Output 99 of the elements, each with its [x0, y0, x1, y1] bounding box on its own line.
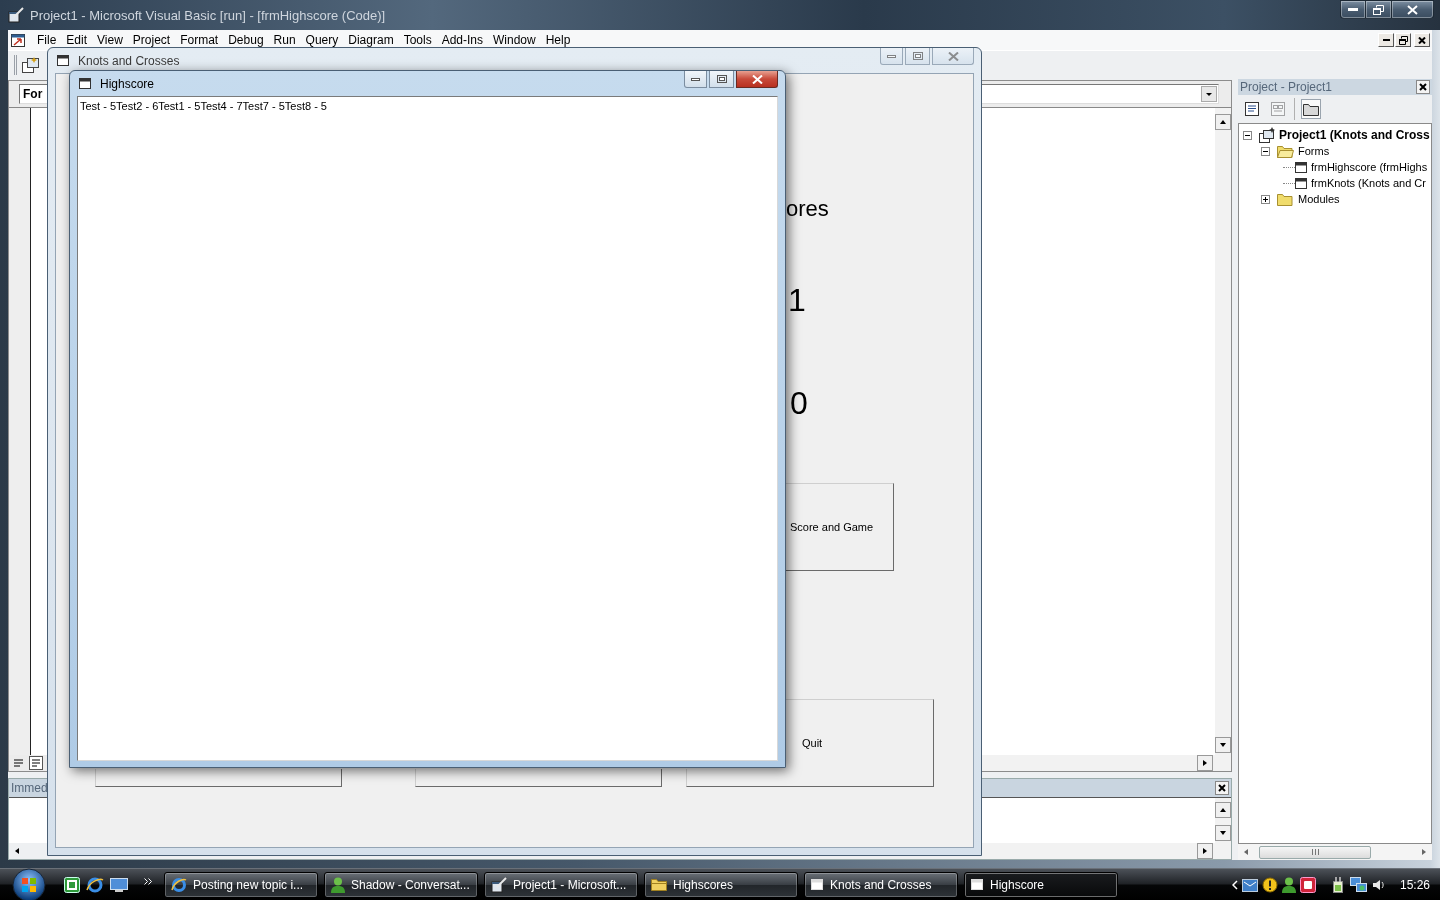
menu-item[interactable]: Run: [268, 33, 301, 47]
menu-item[interactable]: Help: [540, 33, 576, 47]
scroll-thumb[interactable]: [1259, 845, 1371, 859]
chevron-left-icon[interactable]: [1231, 879, 1238, 890]
boxed-lines-icon[interactable]: [29, 756, 43, 770]
window-icon: [1295, 177, 1307, 189]
menu-item[interactable]: Edit: [61, 33, 93, 47]
horizontal-scrollbar[interactable]: [982, 843, 1231, 859]
close-button[interactable]: [736, 71, 778, 88]
folder-icon: [1277, 192, 1294, 206]
maximize-icon: [716, 75, 727, 83]
globe-icon: [171, 876, 187, 893]
minus-box-icon[interactable]: [1243, 130, 1252, 140]
text-box[interactable]: Test - 5Test2 - 6Test1 - 5Test4 - 7Test7 - 5Test8 - 5: [77, 96, 778, 761]
stacked-windows-icon[interactable]: [22, 55, 40, 74]
globe-icon[interactable]: [86, 876, 104, 893]
taskbar-button[interactable]: Project1 - Microsoft...: [484, 871, 638, 898]
close-button[interactable]: [1392, 0, 1434, 19]
tree-item[interactable]: Project1 (Knots and Cross: [1279, 128, 1430, 142]
horizontal-scrollbar[interactable]: [982, 755, 1231, 771]
network-icon[interactable]: [1349, 876, 1368, 893]
window-pen-icon: [491, 876, 507, 893]
immediate-field[interactable]: [9, 798, 47, 843]
window-icon: [79, 77, 92, 90]
close-icon[interactable]: [1416, 80, 1430, 94]
window-icon: [971, 878, 984, 891]
double-chevron-icon[interactable]: [144, 878, 152, 885]
vertical-scrollbar[interactable]: [1215, 108, 1231, 755]
pane-title: Project - Project1: [1240, 80, 1333, 94]
clock[interactable]: 15:26: [1399, 877, 1430, 892]
minimize-icon: [1382, 39, 1390, 41]
folder-icon: [651, 878, 667, 891]
tree-item[interactable]: Forms: [1298, 145, 1330, 157]
maximize-icon: [912, 52, 923, 60]
menu-item[interactable]: Query: [300, 33, 344, 47]
minimize-button[interactable]: [684, 71, 707, 88]
app-tile-icon[interactable]: [1299, 876, 1316, 893]
menu-item[interactable]: Diagram: [343, 33, 399, 47]
speaker-icon[interactable]: [1371, 877, 1386, 892]
window-pen-icon: [8, 7, 24, 23]
minimize-icon: [887, 54, 896, 58]
minus-box-icon[interactable]: [1261, 146, 1270, 156]
person-icon: [331, 876, 345, 893]
menu-item[interactable]: Debug: [223, 33, 269, 47]
restore-button[interactable]: [1366, 0, 1392, 19]
menu-item[interactable]: View: [92, 33, 128, 47]
window-icon: [811, 878, 824, 891]
tree-item[interactable]: Modules: [1298, 193, 1340, 205]
menu-item[interactable]: Add-Ins: [436, 33, 488, 47]
menu-item[interactable]: Window: [488, 33, 541, 47]
lines-icon[interactable]: [12, 756, 26, 770]
person-icon[interactable]: [1281, 876, 1296, 893]
minimize-icon: [1348, 8, 1358, 11]
menu-item[interactable]: Format: [175, 33, 224, 47]
monitor-icon[interactable]: [110, 876, 128, 893]
menu-item[interactable]: Project: [127, 33, 176, 47]
vertical-scrollbar[interactable]: [1215, 798, 1231, 843]
grip-icon: [1311, 849, 1319, 855]
restore-icon: [1373, 4, 1384, 15]
taskbar-button[interactable]: Posting new topic i...: [164, 871, 318, 898]
menu-item[interactable]: Tools: [398, 33, 437, 47]
immediate-field[interactable]: [982, 798, 1215, 843]
open-folder-icon: [1277, 144, 1294, 158]
object-dropdown[interactable]: For: [19, 84, 47, 104]
tree-item[interactable]: frmHighscore (frmHighs: [1311, 161, 1428, 173]
taskbar-button[interactable]: Highscore: [964, 871, 1118, 898]
window-icon: [57, 54, 70, 67]
window-icon: [1295, 161, 1307, 173]
folder-icon[interactable]: [1301, 99, 1321, 119]
window-title: Knots and Crosses: [78, 53, 180, 68]
minimize-button[interactable]: [1340, 0, 1366, 19]
stacked-windows-icon: [1259, 127, 1275, 143]
restore-icon: [1398, 35, 1408, 45]
toolbar-grip-icon[interactable]: [14, 54, 18, 75]
close-icon: [751, 74, 763, 84]
menu-item[interactable]: File: [32, 33, 62, 47]
form-label: 0: [790, 387, 808, 419]
form-label: ores: [786, 198, 829, 220]
procedure-dropdown[interactable]: [982, 84, 1219, 104]
document-lines-icon[interactable]: [1242, 99, 1262, 119]
orb-icon: [12, 867, 46, 900]
envelope-icon[interactable]: [1241, 876, 1258, 893]
taskbar-button[interactable]: Knots and Crosses: [804, 871, 958, 898]
pane-title: Immed: [11, 781, 48, 795]
form-label: 1: [788, 284, 806, 316]
maximize-button[interactable]: [709, 71, 734, 88]
close-icon: [947, 51, 959, 61]
warning-icon[interactable]: [1261, 876, 1278, 893]
horizontal-scrollbar[interactable]: [1238, 844, 1432, 860]
close-icon[interactable]: [1215, 781, 1229, 795]
taskbar-button[interactable]: Highscores: [644, 871, 798, 898]
window-title: Project1 - Microsoft Visual Basic [run] - [frmHighscore (Code)]: [30, 7, 386, 23]
taskbar-button[interactable]: Shadow - Conversat...: [324, 871, 478, 898]
power-plug-icon[interactable]: [1331, 876, 1346, 893]
close-icon: [1407, 4, 1418, 15]
tree-item[interactable]: frmKnots (Knots and Cr: [1311, 177, 1426, 189]
close-icon: [1418, 36, 1426, 44]
plus-box-icon[interactable]: [1261, 194, 1270, 204]
window-title: Highscore: [100, 76, 155, 91]
